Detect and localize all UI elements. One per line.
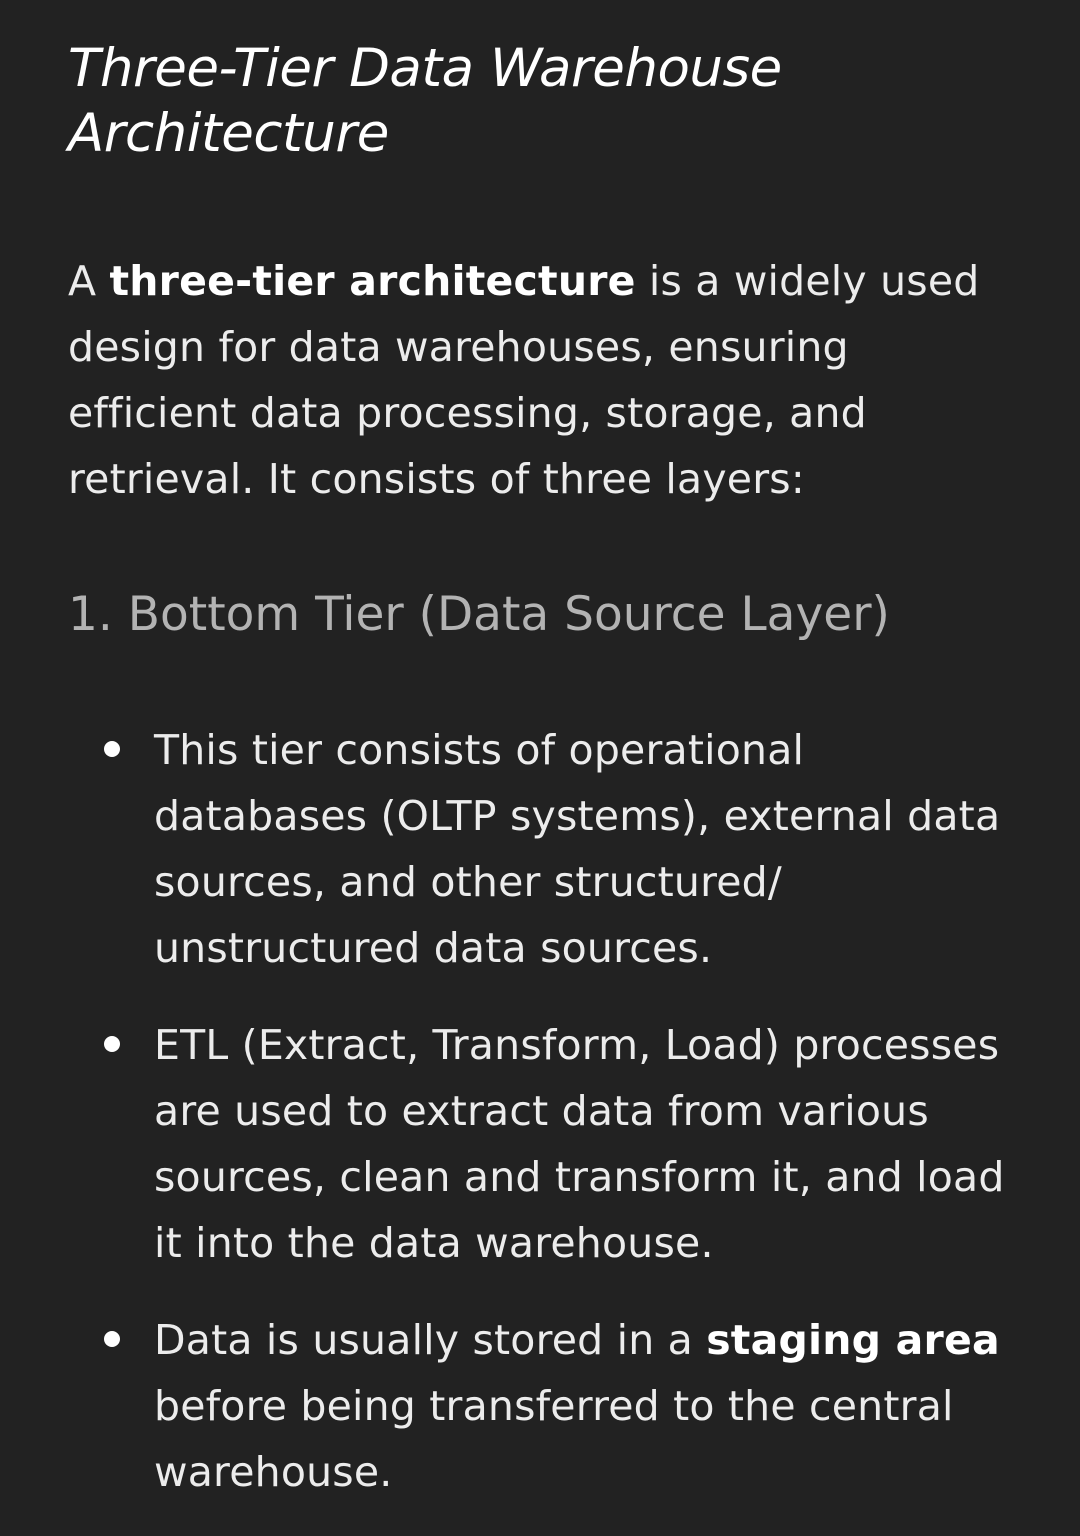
list-item: ETL (Extract, Transform, Load) processes… — [68, 1012, 1018, 1276]
intro-paragraph: A three-tier architecture is a widely us… — [68, 166, 1018, 512]
bullet-text: ETL (Extract, Transform, Load) processes… — [154, 1021, 1005, 1267]
bullet-list: This tier consists of operational databa… — [68, 645, 1018, 1505]
article-title: Three-Tier Data Warehouse Architecture — [68, 38, 782, 164]
bullet-icon — [104, 1331, 120, 1347]
section-heading: 1. Bottom Tier (Data Source Layer) — [68, 587, 890, 642]
bullet-icon — [104, 1036, 120, 1052]
intro-prefix: A — [68, 257, 110, 305]
bullet-icon — [104, 741, 120, 757]
bullet-text: This tier consists of operational databa… — [154, 726, 1001, 972]
list-item: This tier consists of operational databa… — [68, 717, 1018, 981]
bullet-text: Data is usually stored in a — [154, 1316, 707, 1364]
intro-emphasis: three-tier architecture — [109, 257, 636, 305]
list-item: Data is usually stored in a staging area… — [68, 1307, 1018, 1505]
bullet-text-after: before being transferred to the central … — [154, 1382, 954, 1496]
article: Three-Tier Data Warehouse Architecture A… — [68, 0, 1018, 1536]
bullet-emphasis: staging area — [706, 1316, 1000, 1364]
